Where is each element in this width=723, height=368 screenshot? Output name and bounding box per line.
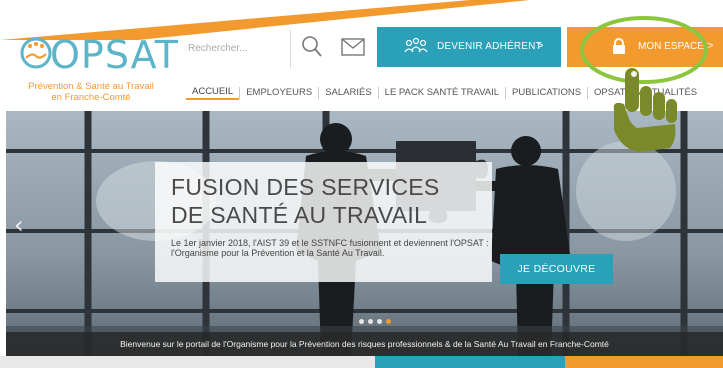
hero-description: Le 1er janvier 2018, l'AIST 39 et le SST… <box>171 238 489 258</box>
logo-mark-icon <box>20 37 52 69</box>
mon-espace-button[interactable]: MON ESPACE > <box>567 27 723 67</box>
bottom-strip-teal <box>375 356 565 368</box>
slider-prev-arrow[interactable]: ‹ <box>14 211 24 239</box>
bottom-strip-orange <box>565 356 723 368</box>
people-icon <box>404 37 428 53</box>
hero-title-line-2: DE SANTÉ AU TRAVAIL <box>171 202 428 228</box>
bottom-strip-grey <box>0 356 375 368</box>
nav-item-pack-sante-travail[interactable]: LE PACK SANTÉ TRAVAIL <box>377 87 505 99</box>
divider <box>290 30 291 68</box>
bottom-strip <box>0 356 723 368</box>
nav-item-actualites[interactable]: ACTUALITÉS <box>631 87 704 99</box>
contact-mail-button[interactable] <box>341 38 365 56</box>
site-logo[interactable]: OPSAT Prévention & Santé au Travail en F… <box>16 30 178 104</box>
hero-title-line-1: FUSION DES SERVICES <box>171 174 440 200</box>
hero-caption: FUSION DES SERVICES DE SANTÉ AU TRAVAIL … <box>155 162 492 282</box>
chevron-right-icon: > <box>707 40 714 52</box>
je-decouvre-button[interactable]: JE DÉCOUVRE <box>500 254 613 284</box>
welcome-bar: Bienvenue sur le portail de l'Organisme … <box>6 332 723 356</box>
logo-tagline-1: Prévention & Santé au Travail <box>28 81 154 92</box>
mon-espace-label: MON ESPACE <box>638 41 704 52</box>
magnifier-icon <box>302 36 322 57</box>
nav-item-accueil[interactable]: ACCUEIL <box>186 86 240 100</box>
devenir-adherent-button[interactable]: DEVENIR ADHÉRENT > <box>377 27 561 67</box>
nav-item-opsat[interactable]: OPSAT <box>587 87 632 99</box>
slider-dot-4-active[interactable] <box>386 319 391 324</box>
slider-dot-1[interactable] <box>359 319 364 324</box>
devenir-adherent-label: DEVENIR ADHÉRENT <box>437 41 542 52</box>
nav-item-publications[interactable]: PUBLICATIONS <box>505 87 587 99</box>
slider-dot-3[interactable] <box>377 319 382 324</box>
logo-tagline-2: en Franche-Comté <box>51 92 131 103</box>
nav-item-employeurs[interactable]: EMPLOYEURS <box>239 87 318 99</box>
search-input[interactable] <box>184 36 294 60</box>
chevron-right-icon: > <box>537 40 544 52</box>
envelope-icon <box>341 38 365 56</box>
logo-wordmark: OPSAT <box>50 33 179 77</box>
slider-dots <box>359 319 391 324</box>
main-nav: ACCUEIL EMPLOYEURS SALARIÉS LE PACK SANT… <box>186 86 703 100</box>
search-button[interactable] <box>300 34 324 60</box>
slider-dot-2[interactable] <box>368 319 373 324</box>
nav-item-salaries[interactable]: SALARIÉS <box>318 87 377 99</box>
lock-icon <box>613 38 625 54</box>
